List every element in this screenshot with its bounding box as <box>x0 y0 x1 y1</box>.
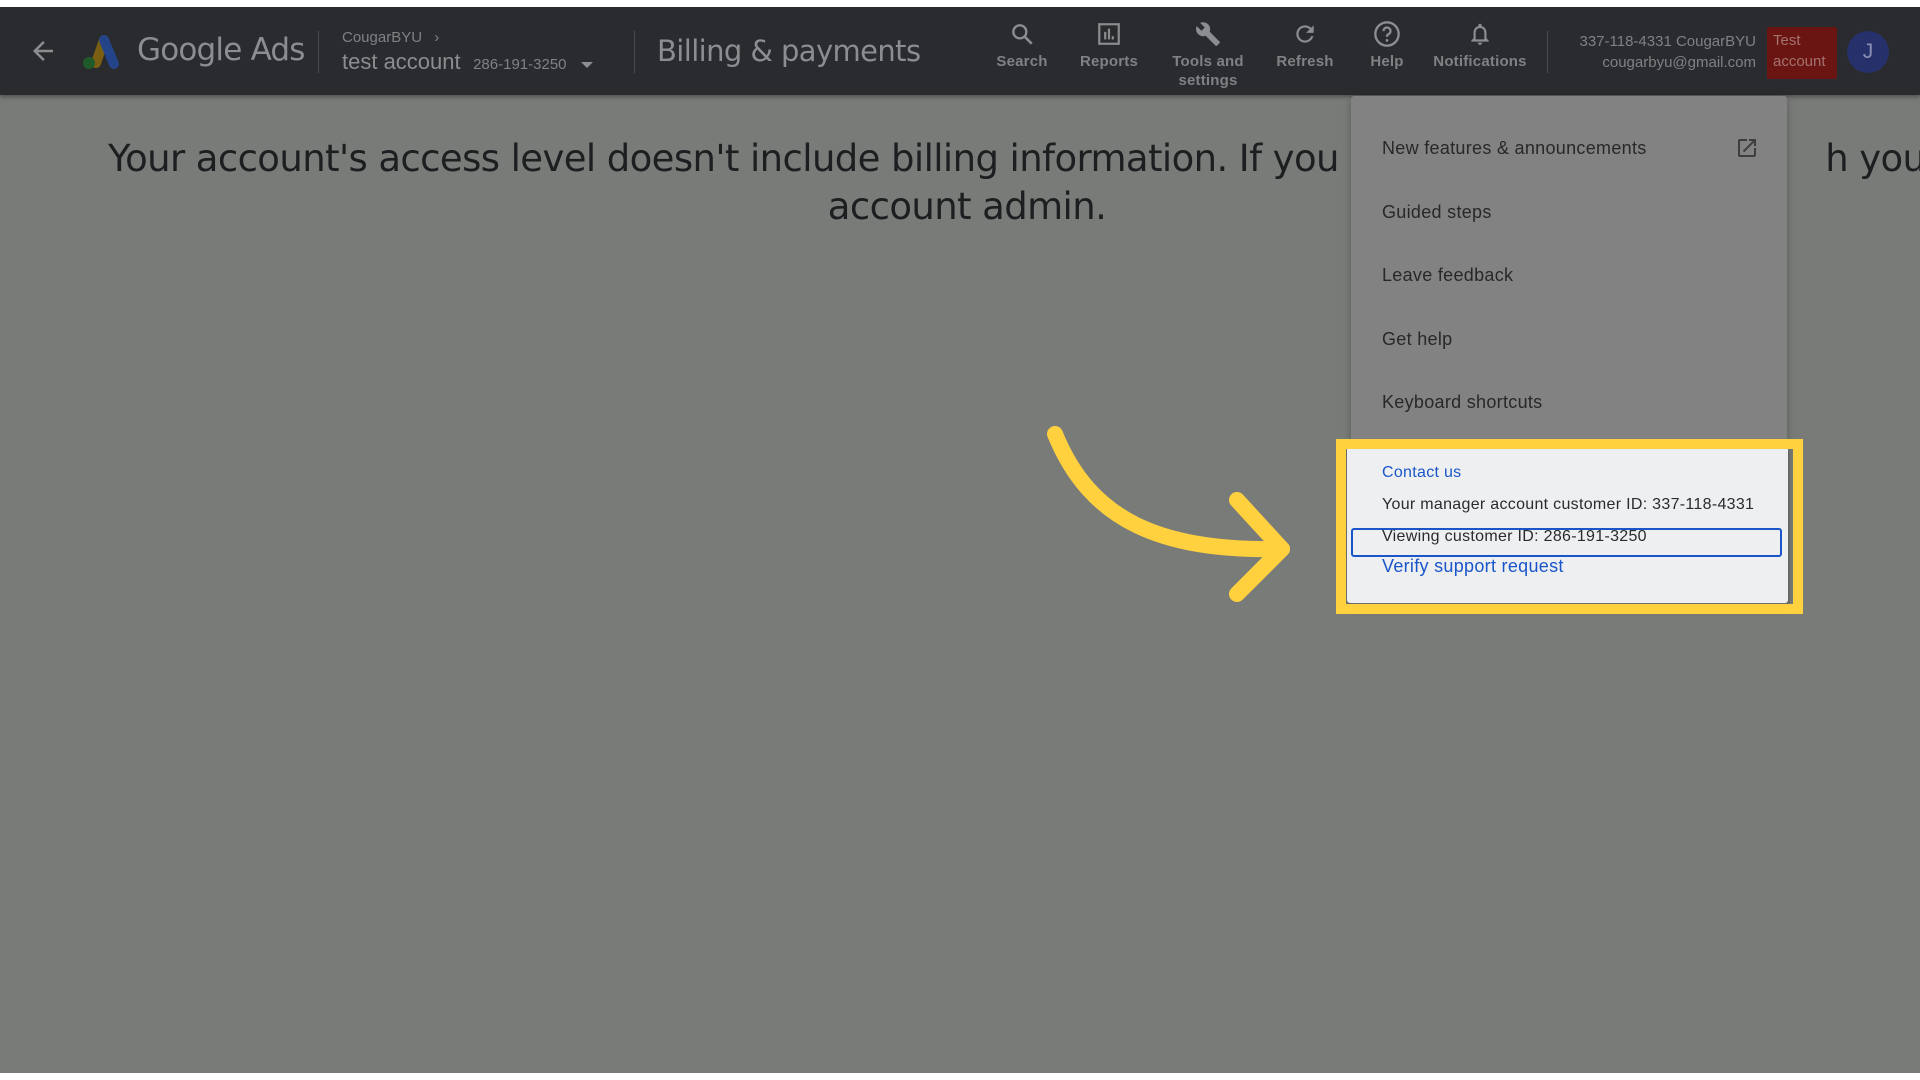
header-divider <box>1547 31 1548 73</box>
caret-down-icon <box>580 61 593 68</box>
nav-refresh-button[interactable]: Refresh <box>1270 7 1340 95</box>
user-account-line: 337-118-4331 CougarBYU <box>1579 33 1756 50</box>
google-ads-logo[interactable] <box>80 32 122 72</box>
menu-item-label: Keyboard shortcuts <box>1382 391 1543 412</box>
back-button[interactable] <box>28 36 58 66</box>
nav-reports-label: Reports <box>1079 53 1139 70</box>
nav-search-label: Search <box>996 53 1048 70</box>
account-id: 286-191-3250 <box>473 56 567 73</box>
top-strip <box>0 0 1920 7</box>
reports-icon <box>1098 23 1120 45</box>
menu-item-new-features[interactable]: New features & announcements <box>1351 122 1787 174</box>
test-account-badge: Test account <box>1767 27 1837 79</box>
avatar-initial: J <box>1862 40 1874 63</box>
nav-search-button[interactable]: Search <box>992 7 1052 95</box>
nav-notifications-button[interactable]: Notifications <box>1430 7 1530 95</box>
header-divider <box>634 31 635 73</box>
google-ads-logo-icon <box>83 35 119 69</box>
access-message-line1: Your account's access level doesn't incl… <box>108 137 1474 180</box>
wrench-icon <box>1196 22 1220 46</box>
nav-tools-label: Tools and settings <box>1172 53 1244 89</box>
menu-item-label: Leave feedback <box>1382 264 1514 285</box>
user-email: cougarbyu@gmail.com <box>1602 54 1756 71</box>
chevron-right-icon: › <box>434 29 440 46</box>
nav-tools-button[interactable]: Tools and settings <box>1163 7 1253 95</box>
product-name: Google Ads <box>137 32 305 68</box>
bell-icon <box>1471 23 1489 45</box>
breadcrumb-parent-label: CougarBYU <box>342 29 423 46</box>
bottom-strip <box>0 1073 1920 1080</box>
menu-item-label: New features & announcements <box>1382 137 1647 158</box>
help-icon <box>1374 21 1400 47</box>
nav-help-label: Help <box>1370 53 1404 70</box>
menu-item-keyboard-shortcuts[interactable]: Keyboard shortcuts <box>1351 376 1787 428</box>
test-badge-line2: account <box>1773 53 1826 70</box>
menu-item-label: Get help <box>1382 328 1453 349</box>
account-switcher[interactable]: CougarBYU › test account 286-191-3250 <box>342 29 612 79</box>
avatar[interactable]: J <box>1847 31 1889 73</box>
breadcrumb-parent[interactable]: CougarBYU › <box>342 29 439 46</box>
menu-item-label: Guided steps <box>1382 201 1492 222</box>
top-app-bar: Google Ads CougarBYU › test account 286-… <box>0 7 1920 95</box>
menu-item-get-help[interactable]: Get help <box>1351 313 1787 365</box>
access-message-line1-tail: h your <box>1825 137 1920 180</box>
arrow-back-icon <box>33 41 53 61</box>
page-title: Billing & payments <box>657 34 921 68</box>
highlight-frame <box>1336 439 1803 614</box>
menu-item-guided-steps[interactable]: Guided steps <box>1351 186 1787 238</box>
refresh-icon <box>1296 25 1314 43</box>
account-info[interactable]: 337-118-4331 CougarBYU cougarbyu@gmail.c… <box>1560 31 1756 73</box>
header-divider <box>318 31 319 73</box>
page-body: Your account's access level doesn't incl… <box>0 7 1920 1073</box>
nav-refresh-label: Refresh <box>1276 53 1334 70</box>
nav-notifications-label: Notifications <box>1433 53 1527 70</box>
menu-item-leave-feedback[interactable]: Leave feedback <box>1351 249 1787 301</box>
open-in-new-icon <box>1738 139 1756 157</box>
account-name: test account <box>342 49 461 74</box>
search-icon <box>1012 24 1033 45</box>
nav-help-button[interactable]: Help <box>1362 7 1412 95</box>
test-badge-line1: Test <box>1773 32 1801 49</box>
nav-reports-button[interactable]: Reports <box>1074 7 1144 95</box>
